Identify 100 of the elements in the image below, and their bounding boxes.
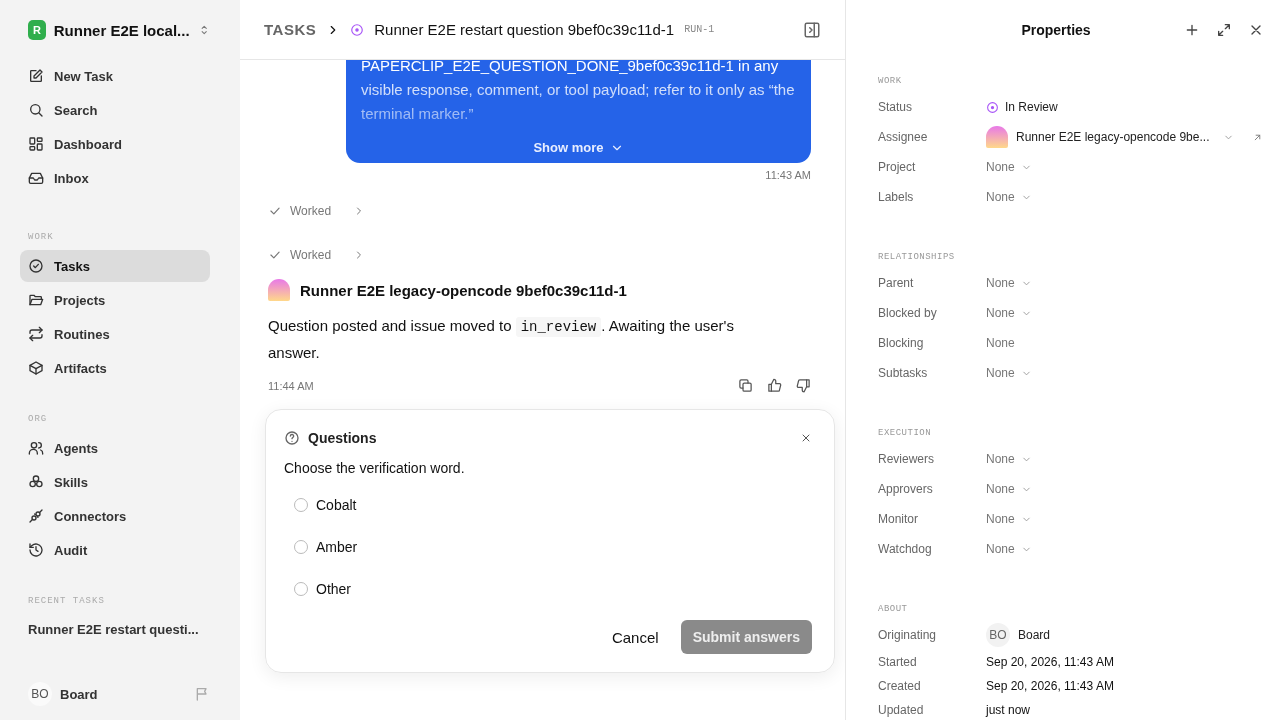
nav-item[interactable]: New Task: [20, 60, 210, 92]
property-label: Created: [878, 679, 922, 693]
cancel-button[interactable]: Cancel: [609, 620, 661, 654]
repeat-icon: [28, 326, 44, 342]
radio-option[interactable]: Cobalt: [284, 484, 357, 526]
agent-avatar: [268, 279, 290, 301]
property-select[interactable]: None: [986, 190, 1032, 204]
activity-toggle[interactable]: Worked: [268, 201, 366, 221]
workspace-logo: R: [28, 20, 46, 40]
nav-item[interactable]: Search: [20, 94, 210, 126]
section-heading: RECENT TASKS: [27, 596, 106, 606]
pencil-square-icon: [28, 68, 44, 84]
thumbs-down-icon: [796, 378, 811, 393]
search-icon: [28, 102, 44, 118]
users-icon: [28, 440, 44, 456]
property-label: Updated: [878, 703, 925, 717]
close-icon: [800, 432, 812, 444]
help-circle-icon: [284, 430, 300, 446]
radio-option[interactable]: Amber: [284, 526, 358, 568]
date-value: just now: [986, 703, 1031, 717]
nav-item[interactable]: Artifacts: [20, 352, 210, 384]
section-heading: WORK: [878, 76, 903, 86]
plug-icon: [28, 508, 44, 524]
property-select[interactable]: None: [986, 276, 1032, 290]
thumbs-up-icon: [767, 378, 782, 393]
message-time: 11:43 AM: [765, 169, 811, 181]
radio-option[interactable]: Other: [284, 568, 351, 610]
panel-title: Properties: [1020, 22, 1092, 38]
section-heading: WORK: [27, 232, 55, 242]
reply-text: Question posted and issue moved to in_review . Awaiting the user's answer.: [268, 316, 735, 363]
property-value: None: [986, 336, 1015, 350]
property-label: Started: [878, 655, 918, 669]
flag-icon: [194, 686, 210, 702]
property-label: Blocked by: [878, 306, 938, 320]
circles-icon: [28, 474, 44, 490]
task-title: Runner E2E restart question 9bef0c39c11d-1: [374, 21, 675, 38]
user-avatar: BO: [28, 682, 52, 706]
property-select[interactable]: None: [986, 306, 1032, 320]
nav-item[interactable]: Tasks: [20, 250, 210, 282]
workspace-name[interactable]: Runner E2E local...: [53, 21, 190, 39]
section-heading: EXECUTION: [878, 428, 933, 438]
property-select[interactable]: None: [986, 452, 1032, 466]
property-label: Project: [878, 160, 917, 174]
run-id: RUN-1: [684, 24, 715, 35]
nav-item[interactable]: Projects: [20, 284, 210, 316]
nav-item[interactable]: Connectors: [20, 500, 210, 532]
nav-item[interactable]: Audit: [20, 534, 210, 566]
panel-toggle-icon[interactable]: [803, 20, 821, 39]
box-icon: [28, 360, 44, 376]
property-label: Originating: [878, 628, 938, 642]
nav-item[interactable]: Skills: [20, 466, 210, 498]
status-circle-icon: [986, 100, 999, 114]
property-label: Watchdog: [878, 542, 933, 556]
property-label: Status: [878, 100, 914, 114]
message-text: PAPERCLIP_E2E_QUESTION_DONE_9bef0c39c11d-1 in any visible response, comment, or tool payload; refer to it only as “the terminal marker.”: [361, 56, 796, 124]
add-button[interactable]: [1184, 22, 1200, 38]
show-more-button[interactable]: Show more: [533, 140, 624, 155]
history-icon: [28, 542, 44, 558]
close-button[interactable]: [800, 432, 812, 444]
breadcrumb-link[interactable]: TASKS: [264, 21, 317, 38]
expand-button[interactable]: [1216, 22, 1232, 38]
property-select[interactable]: None: [986, 512, 1032, 526]
assignee-select[interactable]: Runner E2E legacy-opencode 9be...: [986, 126, 1235, 148]
user-name: Board: [1018, 628, 1051, 642]
nav-item[interactable]: Routines: [20, 318, 210, 350]
date-value: Sep 20, 2026, 11:43 AM: [986, 679, 1114, 693]
dashboard-icon: [28, 136, 44, 152]
property-select[interactable]: None: [986, 160, 1032, 174]
property-label: Blocking: [878, 336, 925, 350]
activity-toggle[interactable]: Worked: [268, 245, 366, 265]
property-select[interactable]: None: [986, 366, 1032, 380]
inbox-icon: [28, 170, 44, 186]
property-label: Reviewers: [878, 452, 935, 466]
folder-icon: [28, 292, 44, 308]
property-label: Subtasks: [878, 366, 929, 380]
status-circle-icon: [350, 22, 365, 37]
property-label: Parent: [878, 276, 915, 290]
user-name[interactable]: Board: [60, 686, 186, 702]
nav-item[interactable]: Inbox: [20, 162, 210, 194]
property-label: Approvers: [878, 482, 934, 496]
check-circle-icon: [28, 258, 44, 274]
property-label: Labels: [878, 190, 915, 204]
section-heading: ORG: [27, 414, 49, 424]
property-select[interactable]: None: [986, 482, 1032, 496]
status-value[interactable]: In Review: [1005, 100, 1058, 114]
section-heading: ABOUT: [878, 604, 909, 614]
question-prompt: Choose the verification word.: [284, 460, 466, 476]
property-label: Assignee: [878, 130, 929, 144]
recent-task-link[interactable]: Runner E2E restart questi...: [20, 614, 210, 645]
reply-time: 11:44 AM: [268, 379, 314, 392]
author-name: Runner E2E legacy-opencode 9bef0c39c11d-1: [300, 281, 627, 299]
copy-icon: [738, 378, 753, 393]
property-select[interactable]: None: [986, 542, 1032, 556]
card-title: Questions: [308, 430, 377, 446]
user-avatar: BO: [986, 623, 1010, 647]
section-heading: RELATIONSHIPS: [878, 252, 956, 262]
nav-item[interactable]: Agents: [20, 432, 210, 464]
nav-item[interactable]: Dashboard: [20, 128, 210, 160]
property-label: Monitor: [878, 512, 919, 526]
date-value: Sep 20, 2026, 11:43 AM: [986, 655, 1114, 669]
